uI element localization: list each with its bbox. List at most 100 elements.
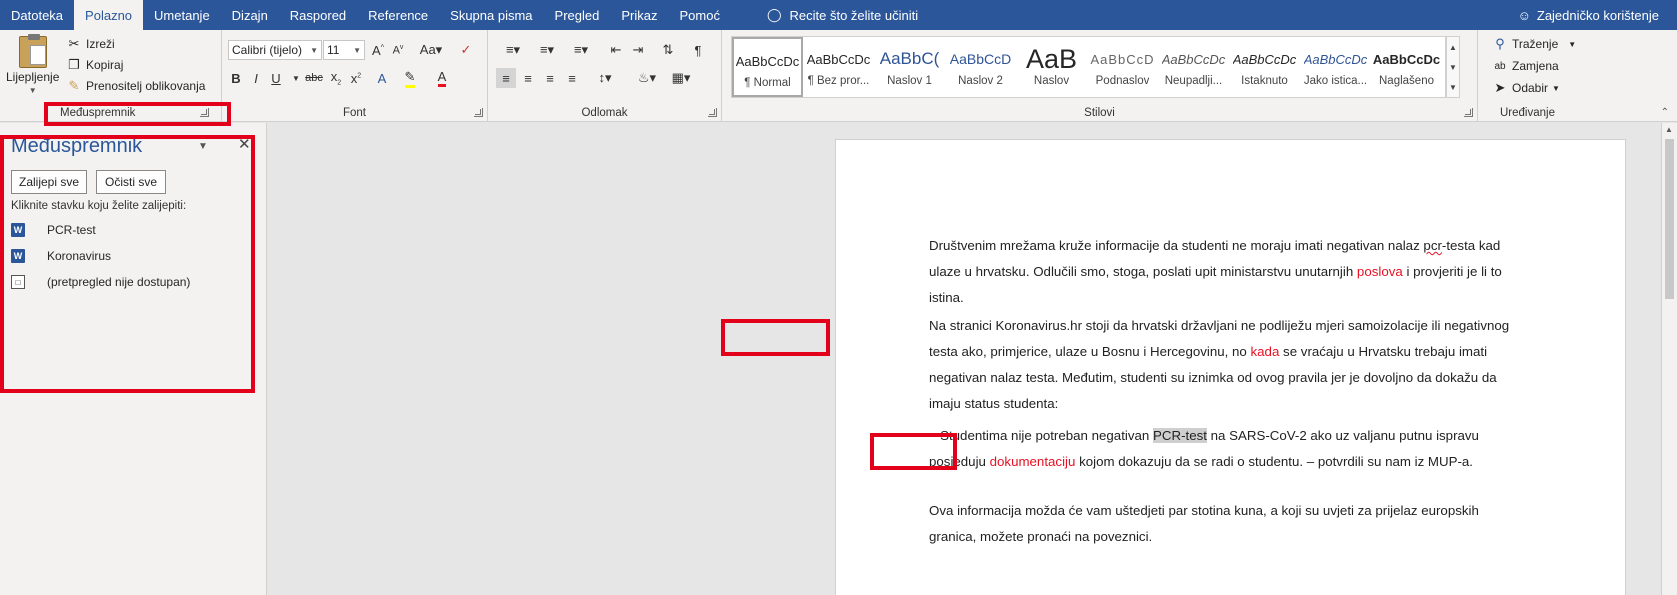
style-title[interactable]: AaB Naslov (1016, 37, 1087, 97)
tab-file[interactable]: Datoteka (0, 0, 74, 30)
underline-button[interactable]: U (266, 68, 286, 88)
shrink-font-icon: Av (392, 43, 404, 57)
font-group: Calibri (tijelo) ▼ 11 ▼ A^ Av Aa▾ ✓ B I … (222, 30, 488, 122)
document-page[interactable]: Društvenim mrežama kruže informacije da … (835, 139, 1626, 595)
tab-layout[interactable]: Raspored (279, 0, 357, 30)
style-emphasis[interactable]: AaBbCcDc Istaknuto (1229, 37, 1300, 97)
more-styles-icon[interactable]: ▼ (1449, 83, 1457, 92)
clear-all-button[interactable]: Očisti sve (96, 170, 166, 194)
align-center-button[interactable]: ≡ (518, 68, 538, 88)
tab-help[interactable]: Pomoć (668, 0, 730, 30)
shading-button[interactable]: ♨▾ (632, 68, 662, 88)
justify-button[interactable]: ≡ (562, 68, 582, 88)
tab-insert[interactable]: Umetanje (143, 0, 221, 30)
style-sample: AaBbCcDc (1372, 51, 1441, 67)
styles-launcher-icon[interactable] (1464, 108, 1473, 117)
sort-button[interactable]: ⇅ (658, 40, 678, 60)
strikethrough-button[interactable]: abc (304, 68, 324, 88)
paragraph-2[interactable]: Na stranici Koronavirus.hr stoji da hrva… (929, 313, 1529, 417)
clear-formatting-button[interactable]: ✓ (456, 40, 476, 60)
style-strong[interactable]: AaBbCcDc Naglašeno (1371, 37, 1442, 97)
scrollbar-thumb[interactable] (1665, 139, 1674, 299)
change-case-button[interactable]: Aa▾ (416, 40, 446, 60)
chevron-down-icon[interactable]: ▼ (1449, 63, 1457, 72)
tab-mailings[interactable]: Skupna pisma (439, 0, 543, 30)
clipboard-launcher-icon[interactable] (200, 108, 209, 117)
decrease-indent-button[interactable]: ⇤ (606, 40, 626, 60)
cut-button[interactable]: ✂ Izreži (66, 36, 115, 52)
bullets-button[interactable]: ≡▾ (498, 40, 528, 60)
styles-gallery-scroll[interactable]: ▲ ▼ ▼ (1446, 36, 1460, 98)
vertical-scrollbar[interactable]: ▲ (1661, 123, 1677, 595)
text-effects-button[interactable]: A (372, 68, 392, 88)
numbered-list-icon: ≡▾ (539, 42, 555, 57)
paragraph-1[interactable]: Društvenim mrežama kruže informacije da … (929, 233, 1529, 311)
align-right-button[interactable]: ≡ (540, 68, 560, 88)
tab-home[interactable]: Polazno (74, 0, 144, 30)
tab-view[interactable]: Prikaz (610, 0, 668, 30)
pane-options-icon[interactable]: ▼ (198, 141, 208, 152)
italic-button[interactable]: I (246, 68, 266, 88)
grow-font-button[interactable]: A^ (368, 40, 388, 60)
select-button[interactable]: ➤ Odabir ▼ (1492, 80, 1560, 96)
tab-design[interactable]: Dizajn (221, 0, 279, 30)
style-no-spacing[interactable]: AaBbCcDc ¶ Bez pror... (803, 37, 874, 97)
copy-button[interactable]: ❐ Kopiraj (66, 57, 123, 73)
paragraph-3[interactable]: – Studentima nije potreban negativan PCR… (929, 423, 1529, 475)
clipboard-item[interactable]: □ (pretpregled nije dostupan) (11, 272, 190, 292)
paragraph-4[interactable]: Ova informacija možda će vam uštedjeti p… (929, 498, 1529, 550)
align-left-button[interactable]: ≡ (496, 68, 516, 88)
font-launcher-icon[interactable] (474, 108, 483, 117)
close-icon[interactable]: ✕ (238, 135, 251, 153)
format-painter-button[interactable]: ✎ Prenositelj oblikovanja (66, 78, 206, 94)
lightbulb-icon: ◯ (766, 7, 782, 22)
line-spacing-button[interactable]: ↕▾ (590, 68, 620, 88)
font-group-label: Font (342, 107, 366, 119)
style-heading-1[interactable]: AaBbC( Naslov 1 (874, 37, 945, 97)
style-name: Istaknuto (1241, 75, 1288, 87)
subscript-button[interactable]: x2 (326, 68, 346, 88)
tab-review[interactable]: Pregled (544, 0, 611, 30)
generic-file-icon: □ (11, 275, 25, 289)
show-marks-button[interactable]: ¶ (688, 40, 708, 60)
multilevel-list-button[interactable]: ≡▾ (566, 40, 596, 60)
clipboard-item[interactable]: W PCR-test (11, 220, 96, 240)
replace-button[interactable]: ab Zamjena (1492, 58, 1558, 74)
style-name: Jako istica... (1303, 75, 1368, 87)
increase-indent-button[interactable]: ⇥ (628, 40, 648, 60)
numbering-button[interactable]: ≡▾ (532, 40, 562, 60)
text-effects-icon: A (377, 70, 387, 86)
paragraph-launcher-icon[interactable] (708, 108, 717, 117)
search-icon: ⚲ (1495, 36, 1505, 51)
chevron-up-icon[interactable]: ▲ (1665, 125, 1673, 134)
style-normal[interactable]: AaBbCcDc ¶ Normal (732, 37, 803, 97)
font-size-select[interactable]: 11 ▼ (323, 40, 365, 60)
highlight-button[interactable]: ✎ (400, 68, 420, 88)
superscript-button[interactable]: x2 (346, 68, 366, 88)
style-subtitle[interactable]: AaBbCcD Podnaslov (1087, 37, 1158, 97)
borders-button[interactable]: ▦▾ (666, 68, 696, 88)
find-button[interactable]: ⚲ Traženje ▼ (1492, 36, 1576, 52)
styles-group-label: Stilovi (1084, 107, 1115, 119)
font-family-select[interactable]: Calibri (tijelo) ▼ (228, 40, 322, 60)
bullet-list-icon: ≡▾ (505, 42, 521, 57)
clipboard-group-label: Međuspremnik (60, 107, 136, 119)
chevron-up-icon[interactable]: ▲ (1449, 43, 1457, 52)
format-painter-label: Prenositelj oblikovanja (86, 79, 206, 93)
share-button[interactable]: ☺ Zajedničko korištenje (1518, 0, 1659, 30)
underline-dropdown[interactable]: ▼ (286, 68, 306, 88)
tell-me-box[interactable]: ◯ Recite što želite učiniti (767, 0, 918, 30)
style-sample: AaBbCcDc (1232, 51, 1297, 67)
style-intense-emphasis[interactable]: AaBbCcDc Jako istica... (1300, 37, 1371, 97)
style-subtle-emphasis[interactable]: AaBbCcDc Neupadlji... (1158, 37, 1229, 97)
shrink-font-button[interactable]: Av (388, 40, 408, 60)
style-sample: AaBbCcD (949, 51, 1012, 67)
paste-button[interactable]: Lijepljenje ▼ (6, 34, 59, 95)
bold-button[interactable]: B (226, 68, 246, 88)
style-heading-2[interactable]: AaBbCcD Naslov 2 (945, 37, 1016, 97)
clipboard-item[interactable]: W Koronavirus (11, 246, 111, 266)
font-color-button[interactable]: A (432, 68, 452, 88)
paste-all-button[interactable]: Zalijepi sve (11, 170, 87, 194)
tab-references[interactable]: Reference (357, 0, 439, 30)
collapse-ribbon-icon[interactable]: ⌃ (1661, 107, 1669, 118)
